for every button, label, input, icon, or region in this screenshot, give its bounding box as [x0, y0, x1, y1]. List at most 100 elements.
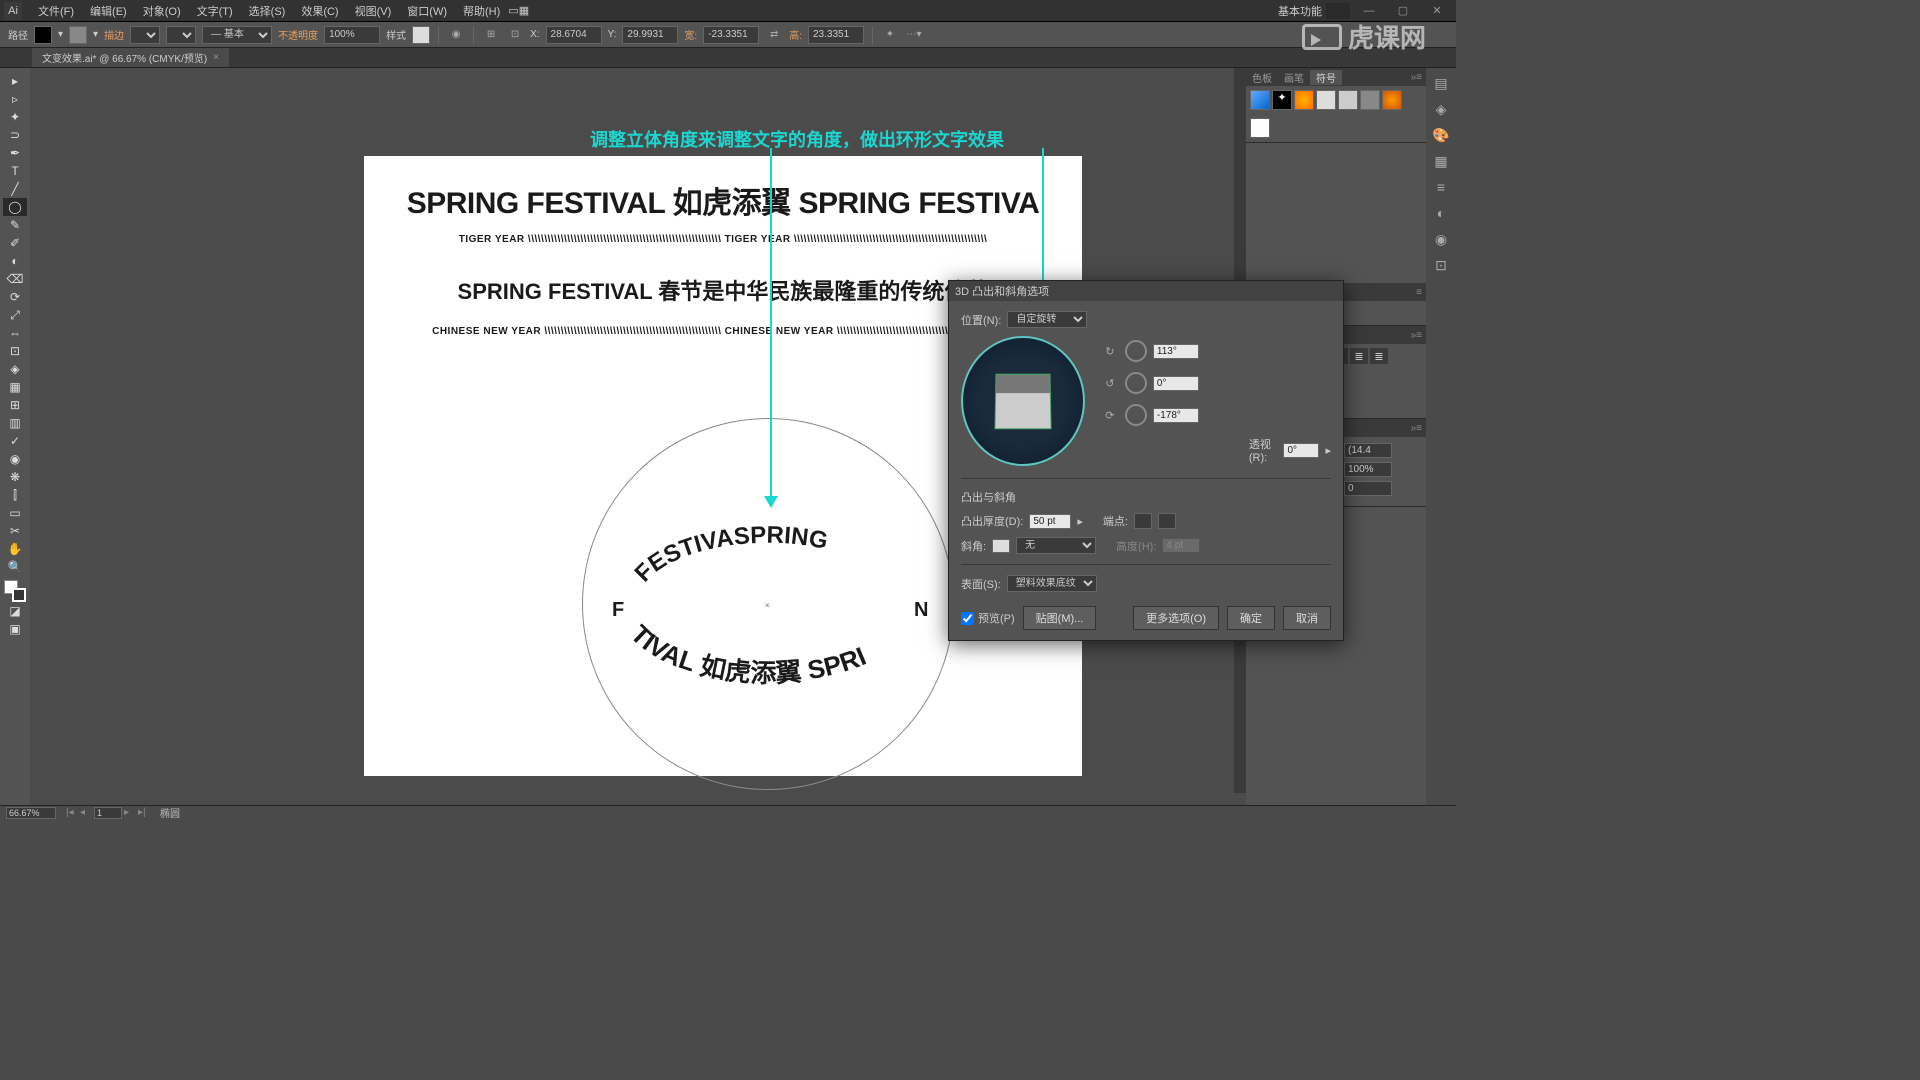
mesh-tool[interactable]: ⊞ — [3, 396, 27, 414]
brush-select[interactable] — [166, 26, 196, 44]
tracking-input[interactable] — [1344, 481, 1392, 496]
menu-help[interactable]: 帮助(H) — [455, 3, 508, 19]
swatch-item[interactable] — [1294, 90, 1314, 110]
dropdown-icon[interactable]: ▾ — [93, 29, 98, 40]
dialog-title[interactable]: 3D 凸出和斜角选项 — [949, 281, 1343, 301]
type-tool[interactable]: T — [3, 162, 27, 180]
menu-edit[interactable]: 编辑(E) — [82, 3, 135, 19]
close-button[interactable]: ✕ — [1422, 2, 1452, 20]
lasso-tool[interactable]: ⊃ — [3, 126, 27, 144]
rotate-z-input[interactable] — [1153, 408, 1199, 423]
dropdown-icon[interactable]: ▾ — [58, 29, 63, 40]
opacity-label[interactable]: 不透明度 — [278, 27, 318, 42]
rotate-y-input[interactable] — [1153, 376, 1199, 391]
blend-tool[interactable]: ◉ — [3, 450, 27, 468]
perspective-grid-tool[interactable]: ▦ — [3, 378, 27, 396]
dock-transparency-icon[interactable]: ◐ — [1430, 202, 1452, 224]
ellipse-tool[interactable]: ◯ — [3, 198, 27, 216]
map-art-button[interactable]: 贴图(M)... — [1023, 606, 1097, 630]
stroke-weight[interactable] — [130, 26, 160, 44]
stepper-icon[interactable]: ▸ — [1325, 444, 1331, 457]
shape-builder-tool[interactable]: ◈ — [3, 360, 27, 378]
x-input[interactable] — [546, 26, 602, 44]
menu-effect[interactable]: 效果(C) — [293, 3, 346, 19]
recolor-icon[interactable]: ◉ — [447, 26, 465, 44]
panel-menu-icon[interactable]: »≡ — [1407, 423, 1426, 434]
ok-button[interactable]: 确定 — [1227, 606, 1275, 630]
prev-artboard-icon[interactable]: ◂ — [80, 807, 92, 817]
document-tab[interactable]: 文变效果.ai* @ 66.67% (CMYK/预览) × — [32, 48, 229, 67]
symbol-sprayer-tool[interactable]: ❋ — [3, 468, 27, 486]
eraser-tool[interactable]: ⌫ — [3, 270, 27, 288]
line-tool[interactable]: ╱ — [3, 180, 27, 198]
panel-menu-icon[interactable]: »≡ — [1407, 72, 1426, 83]
zoom-input[interactable] — [6, 807, 56, 819]
column-graph-tool[interactable]: ⫿ — [3, 486, 27, 504]
hand-tool[interactable]: ✋ — [3, 540, 27, 558]
swatch-item[interactable] — [1360, 90, 1380, 110]
rotate-tool[interactable]: ⟳ — [3, 288, 27, 306]
ring-text-object[interactable]: FESTIVASPRING TIVAL 如虎添翼 SPRI F N × — [582, 418, 954, 790]
swatch-item[interactable] — [1316, 90, 1336, 110]
rotate-x-dial[interactable] — [1125, 340, 1147, 362]
workspace-label[interactable]: 基本功能 — [1278, 3, 1322, 19]
para-justify-right-icon[interactable]: ≣ — [1350, 348, 1368, 364]
menu-window[interactable]: 窗口(W) — [399, 3, 455, 19]
leading-input[interactable] — [1344, 443, 1392, 458]
menu-object[interactable]: 对象(O) — [135, 3, 189, 19]
position-select[interactable]: 自定旋转 — [1007, 311, 1087, 328]
w-input[interactable] — [703, 26, 759, 44]
swatch-item[interactable] — [1382, 90, 1402, 110]
more-icon[interactable]: ⋯▾ — [905, 26, 923, 44]
dock-properties-icon[interactable]: ▤ — [1430, 72, 1452, 94]
swatch-item[interactable] — [1338, 90, 1358, 110]
cap-off-icon[interactable] — [1158, 513, 1176, 529]
dock-color-icon[interactable]: 🎨 — [1430, 124, 1452, 146]
cancel-button[interactable]: 取消 — [1283, 606, 1331, 630]
stepper-icon[interactable]: ▸ — [1077, 515, 1083, 528]
dock-appearance-icon[interactable]: ◉ — [1430, 228, 1452, 250]
blob-brush-tool[interactable]: ◐ — [3, 252, 27, 270]
fill-stroke-colors[interactable] — [4, 580, 26, 602]
next-artboard-icon[interactable]: ▸ — [124, 807, 136, 817]
magic-wand-tool[interactable]: ✦ — [3, 108, 27, 126]
cap-on-icon[interactable] — [1134, 513, 1152, 529]
align-icon[interactable]: ⊞ — [482, 26, 500, 44]
artboard-tool[interactable]: ▭ — [3, 504, 27, 522]
arrange-icon[interactable]: ▦ — [519, 4, 529, 17]
search-box[interactable] — [1326, 3, 1350, 19]
depth-input[interactable] — [1029, 514, 1071, 529]
panel-tab-brushes[interactable]: 画笔 — [1278, 70, 1310, 85]
dock-graphic-styles-icon[interactable]: ⊡ — [1430, 254, 1452, 276]
fill-swatch[interactable] — [34, 26, 52, 44]
dock-stroke-icon[interactable]: ≡ — [1430, 176, 1452, 198]
layout-icon[interactable]: ▭ — [508, 4, 518, 17]
width-tool[interactable]: ⇔ — [3, 324, 27, 342]
opacity-input[interactable] — [324, 26, 380, 44]
swatch-item[interactable] — [1250, 90, 1270, 110]
more-options-button[interactable]: 更多选项(O) — [1133, 606, 1219, 630]
free-transform-tool[interactable]: ⊡ — [3, 342, 27, 360]
direct-selection-tool[interactable]: ▹ — [3, 90, 27, 108]
color-mode-icon[interactable]: ◪ — [3, 602, 27, 620]
shape-icon[interactable]: ✦ — [881, 26, 899, 44]
pencil-tool[interactable]: ✐ — [3, 234, 27, 252]
transform-icon[interactable]: ⊡ — [506, 26, 524, 44]
stroke-profile[interactable]: — 基本 — [202, 26, 272, 44]
bevel-select[interactable]: 无 — [1016, 537, 1096, 554]
screen-mode-icon[interactable]: ▣ — [3, 620, 27, 638]
swatch-item[interactable]: ✦ — [1272, 90, 1292, 110]
first-artboard-icon[interactable]: |◂ — [66, 807, 78, 817]
panel-tab-color[interactable]: 色板 — [1246, 70, 1278, 85]
panel-menu-icon[interactable]: »≡ — [1407, 330, 1426, 341]
selection-tool[interactable]: ▸ — [3, 72, 27, 90]
slice-tool[interactable]: ✂ — [3, 522, 27, 540]
y-input[interactable] — [622, 26, 678, 44]
minimize-button[interactable]: — — [1354, 2, 1384, 20]
para-justify-all-icon[interactable]: ≣ — [1370, 348, 1388, 364]
maximize-button[interactable]: ▢ — [1388, 2, 1418, 20]
paintbrush-tool[interactable]: ✎ — [3, 216, 27, 234]
surface-select[interactable]: 塑料效果底纹 — [1007, 575, 1097, 592]
stroke-label[interactable]: 描边 — [104, 27, 124, 42]
last-artboard-icon[interactable]: ▸| — [138, 807, 150, 817]
